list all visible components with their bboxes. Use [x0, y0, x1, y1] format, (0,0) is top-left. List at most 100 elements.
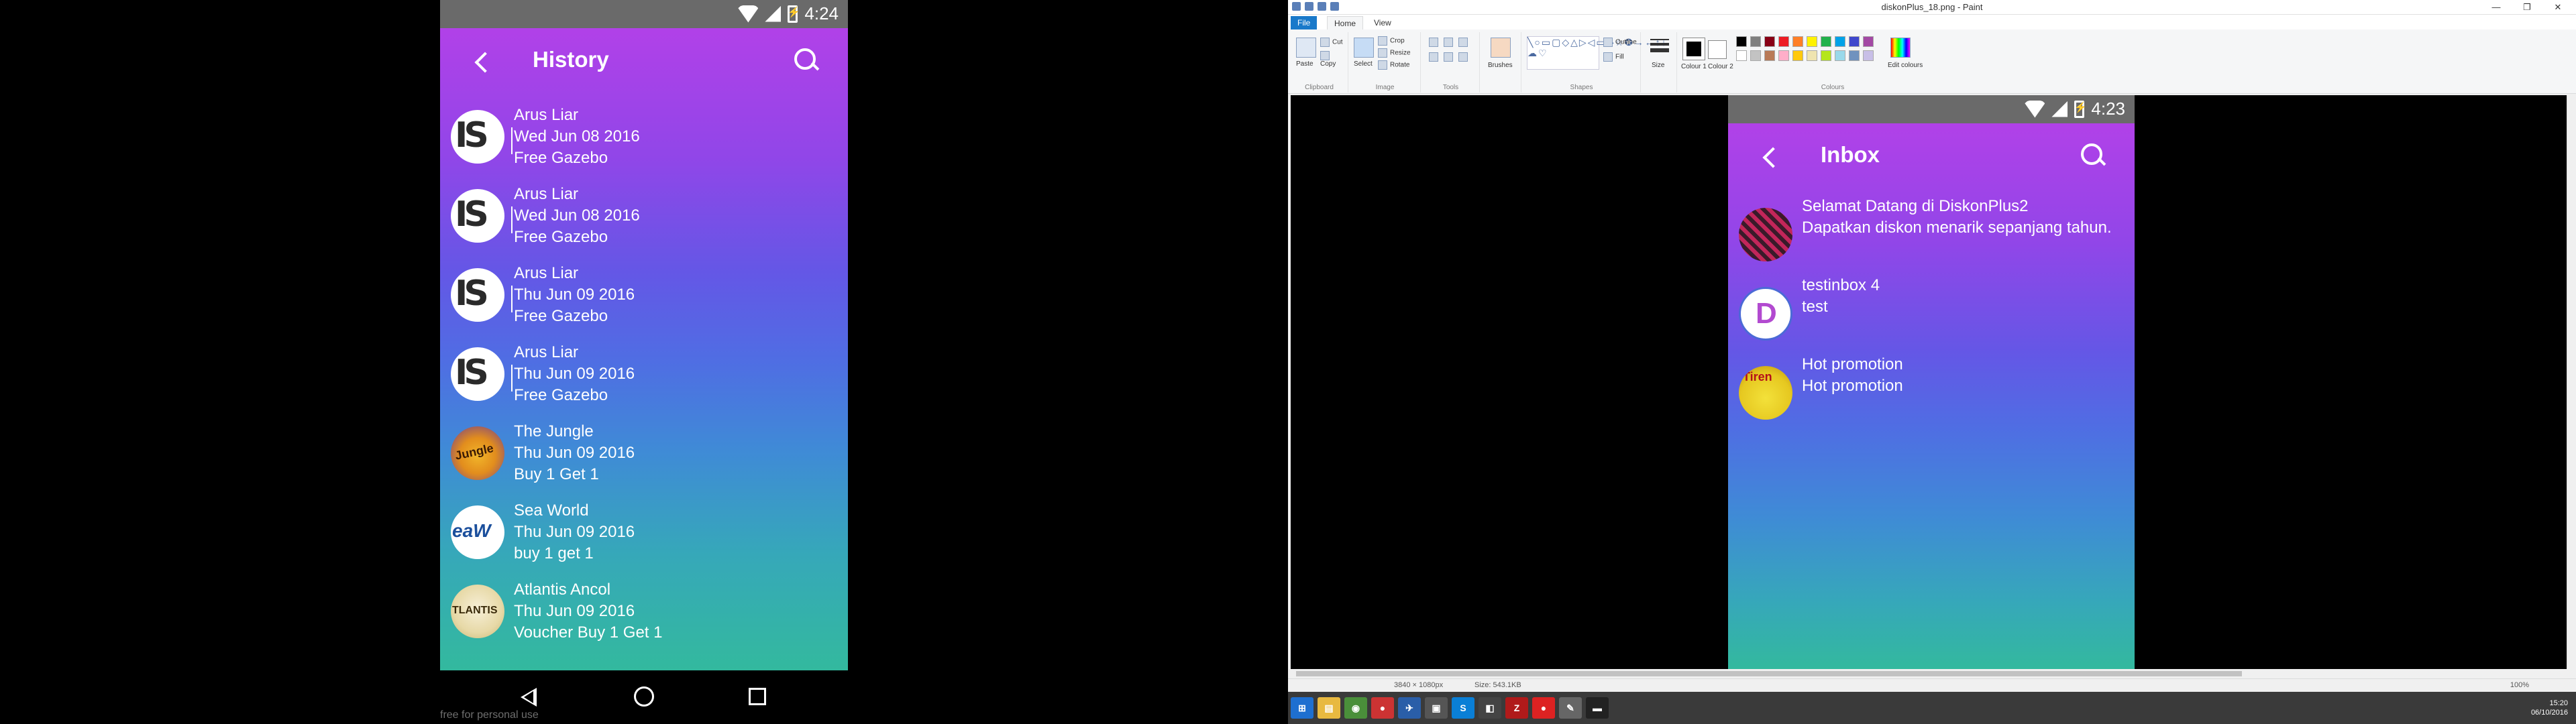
- outline-icon: [1603, 38, 1613, 47]
- app-icon[interactable]: ●: [1532, 697, 1555, 719]
- size-button[interactable]: Size: [1652, 62, 1664, 69]
- list-item[interactable]: Arus Liar Thu Jun 09 2016 Free Gazebo: [440, 256, 848, 335]
- tab-home[interactable]: Home: [1327, 16, 1364, 29]
- palette-swatch[interactable]: [1764, 36, 1775, 47]
- palette-swatch[interactable]: [1835, 36, 1845, 47]
- watermark-text: free for personal use: [440, 709, 539, 721]
- palette-swatch[interactable]: [1778, 50, 1789, 61]
- list-item[interactable]: The Jungle Thu Jun 09 2016 Buy 1 Get 1: [440, 414, 848, 493]
- start-icon[interactable]: ⊞: [1291, 697, 1313, 719]
- size-line-icon: [1650, 43, 1669, 46]
- app-icon[interactable]: ◧: [1479, 697, 1501, 719]
- nav-recents-icon[interactable]: [749, 688, 766, 705]
- list-item[interactable]: Arus Liar Wed Jun 08 2016 Free Gazebo: [440, 98, 848, 177]
- outline-button[interactable]: Outline: [1603, 38, 1637, 47]
- search-icon: [2078, 141, 2108, 170]
- list-item[interactable]: Sea World Thu Jun 09 2016 buy 1 get 1: [440, 493, 848, 572]
- back-arrow-icon: [1758, 143, 1784, 170]
- divider: [511, 127, 513, 154]
- horizontal-scrollbar[interactable]: [1291, 669, 2565, 678]
- close-button[interactable]: ✕: [2542, 0, 2573, 15]
- wifi-icon: [2025, 100, 2045, 118]
- select-icon[interactable]: [1354, 38, 1374, 58]
- crop-icon: [1378, 36, 1387, 46]
- item-promo: Voucher Buy 1 Get 1: [514, 623, 663, 642]
- resize-button[interactable]: Resize: [1378, 48, 1411, 58]
- palette-swatch[interactable]: [1792, 50, 1803, 61]
- app-icon[interactable]: ●: [1371, 697, 1394, 719]
- history-phone: 4:24 History Arus Liar Wed Jun 08 2016 F…: [440, 0, 848, 724]
- paint-canvas[interactable]: 4:23 Inbox Selamat Datang di DiskonPlus2: [1291, 95, 2573, 669]
- item-title: testinbox 4: [1802, 276, 1880, 294]
- palette-swatch[interactable]: [1792, 36, 1803, 47]
- resize-icon: [1378, 48, 1387, 58]
- picker-tool[interactable]: [1444, 52, 1456, 62]
- item-promo: buy 1 get 1: [514, 544, 594, 562]
- palette-swatch[interactable]: [1863, 50, 1874, 61]
- paste-button[interactable]: Paste: [1296, 60, 1313, 68]
- palette-swatch[interactable]: [1849, 36, 1860, 47]
- item-body: test: [1802, 298, 1828, 316]
- palette-swatch[interactable]: [1750, 50, 1761, 61]
- search-icon[interactable]: [792, 46, 821, 75]
- cut-icon: [1320, 38, 1330, 47]
- app-icon[interactable]: ✈: [1398, 697, 1421, 719]
- pencil-tool[interactable]: [1429, 38, 1441, 47]
- minimize-button[interactable]: —: [2481, 0, 2512, 15]
- crop-button[interactable]: Crop: [1378, 36, 1405, 46]
- terminal-icon[interactable]: ▬: [1586, 697, 1609, 719]
- list-item[interactable]: Arus Liar Wed Jun 08 2016 Free Gazebo: [440, 177, 848, 256]
- palette-swatch[interactable]: [1736, 50, 1747, 61]
- eraser-tool[interactable]: [1429, 52, 1441, 62]
- palette-swatch[interactable]: [1750, 36, 1761, 47]
- palette-swatch[interactable]: [1778, 36, 1789, 47]
- tab-file[interactable]: File: [1291, 16, 1318, 29]
- brushes-button[interactable]: Brushes: [1488, 62, 1513, 69]
- image-dimensions: 3840 × 1080px: [1394, 681, 1444, 689]
- shapes-gallery[interactable]: ╲○▭▢◇△▷◁▭◆☆✪→←↑↓☁♡: [1527, 36, 1666, 70]
- text-tool[interactable]: [1458, 38, 1470, 47]
- file-explorer-icon[interactable]: ▤: [1318, 697, 1340, 719]
- vertical-scrollbar[interactable]: [2567, 95, 2576, 669]
- chrome-icon[interactable]: ◉: [1344, 697, 1367, 719]
- fill-button[interactable]: Fill: [1603, 52, 1624, 62]
- nav-back-icon[interactable]: [521, 688, 537, 707]
- app-icon[interactable]: ▣: [1425, 697, 1448, 719]
- magnifier-tool[interactable]: [1458, 52, 1470, 62]
- item-name: Arus Liar: [514, 343, 579, 361]
- skype-icon[interactable]: S: [1452, 697, 1474, 719]
- brush-icon[interactable]: [1491, 38, 1511, 58]
- palette-swatch[interactable]: [1807, 50, 1817, 61]
- palette-swatch[interactable]: [1821, 50, 1831, 61]
- list-item[interactable]: Arus Liar Thu Jun 09 2016 Free Gazebo: [440, 335, 848, 414]
- tab-view[interactable]: View: [1367, 16, 1398, 29]
- filezilla-icon[interactable]: Z: [1505, 697, 1528, 719]
- maximize-button[interactable]: ❐: [2512, 0, 2542, 15]
- palette-swatch[interactable]: [1835, 50, 1845, 61]
- edit-colours-icon[interactable]: [1890, 38, 1911, 58]
- colour2-swatch[interactable]: [1708, 40, 1727, 59]
- item-name: Arus Liar: [514, 185, 579, 203]
- palette-swatch[interactable]: [1821, 36, 1831, 47]
- nav-home-icon[interactable]: [634, 686, 654, 707]
- copy-button[interactable]: Copy: [1320, 51, 1348, 68]
- rotate-button[interactable]: Rotate: [1378, 60, 1409, 70]
- paint-taskbar-icon[interactable]: ✎: [1559, 697, 1582, 719]
- palette-swatch[interactable]: [1736, 36, 1747, 47]
- fill-tool[interactable]: [1444, 38, 1456, 47]
- scroll-thumb[interactable]: [1296, 671, 2242, 676]
- paste-icon[interactable]: [1296, 38, 1316, 58]
- colour1-swatch[interactable]: [1682, 38, 1705, 60]
- back-arrow-icon[interactable]: [470, 48, 496, 75]
- select-button[interactable]: Select: [1354, 60, 1373, 68]
- palette-swatch[interactable]: [1807, 36, 1817, 47]
- list-item[interactable]: Atlantis Ancol Thu Jun 09 2016 Voucher B…: [440, 572, 848, 652]
- palette-swatch[interactable]: [1863, 36, 1874, 47]
- edit-colours-button[interactable]: Edit colours: [1888, 62, 1923, 69]
- palette-swatch[interactable]: [1849, 50, 1860, 61]
- colour2-label: Colour 2: [1708, 63, 1733, 70]
- cut-button[interactable]: Cut: [1320, 38, 1343, 47]
- inbox-phone-image: 4:23 Inbox Selamat Datang di DiskonPlus2: [1728, 95, 2135, 669]
- sea-world-logo: [451, 505, 504, 559]
- palette-swatch[interactable]: [1764, 50, 1775, 61]
